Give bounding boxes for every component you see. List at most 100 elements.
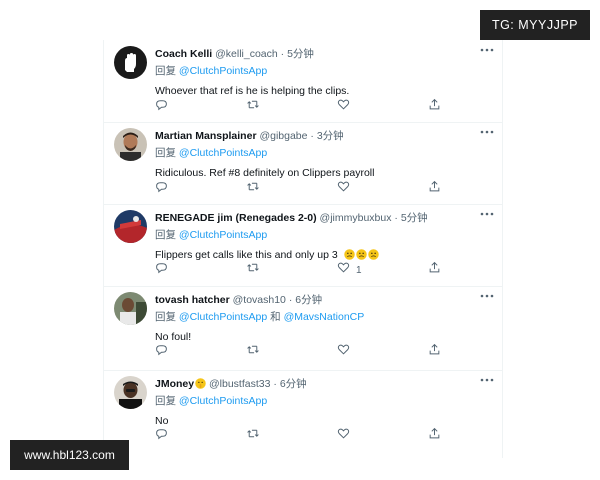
like-icon: [337, 180, 350, 198]
like-button[interactable]: [337, 428, 356, 444]
timestamp[interactable]: 5分钟: [287, 48, 314, 60]
handle[interactable]: @kelli_coach: [215, 48, 278, 60]
tweet-actions: [155, 343, 462, 361]
separator: ·: [394, 212, 398, 224]
share-icon: [428, 98, 441, 116]
worried-face-emoji: [367, 249, 379, 260]
display-name[interactable]: Coach Kelli: [155, 48, 212, 60]
worried-face-emoji: [355, 249, 367, 260]
like-icon: [337, 343, 350, 361]
separator: ·: [288, 294, 293, 306]
watermark-badge-bottom: www.hbl123.com: [10, 440, 129, 470]
avatar[interactable]: [114, 46, 147, 79]
timestamp[interactable]: 6分钟: [280, 378, 307, 390]
share-icon: [428, 261, 441, 279]
like-icon: [337, 427, 350, 445]
share-icon: [428, 343, 441, 361]
tweet-text: No foul!: [155, 331, 192, 343]
worried-face-emoji: [343, 249, 355, 260]
timestamp[interactable]: 5分钟: [401, 212, 428, 224]
mention-link[interactable]: @ClutchPointsApp: [179, 311, 267, 323]
reply-timeline: Coach Kelli @kelli_coach · 5分钟 回复 @Clutc…: [103, 40, 503, 458]
tweet-item[interactable]: JMoney @lbustfast33 · 6分钟 回复 @ClutchPoin…: [104, 370, 502, 458]
tweet-text: Ridiculous. Ref #8 definitely on Clipper…: [155, 167, 375, 179]
reply-button[interactable]: [155, 428, 168, 444]
reply-button[interactable]: [155, 181, 168, 197]
handle[interactable]: @jimmybuxbux: [320, 212, 392, 224]
page: Coach Kelli @kelli_coach · 5分钟 回复 @Clutc…: [0, 0, 600, 480]
display-name[interactable]: JMoney: [155, 378, 194, 390]
tweet-item[interactable]: RENEGADE jim (Renegades 2-0) @jimmybuxbu…: [104, 204, 502, 287]
display-name[interactable]: RENEGADE jim (Renegades 2-0): [155, 212, 317, 224]
separator: ·: [310, 130, 314, 142]
timestamp[interactable]: 6分钟: [295, 294, 322, 306]
reply-button[interactable]: [155, 262, 168, 278]
mention-link[interactable]: @ClutchPointsApp: [179, 65, 267, 77]
more-icon[interactable]: [478, 374, 496, 388]
tweet-actions: [155, 98, 462, 116]
like-button[interactable]: [337, 99, 356, 115]
more-icon[interactable]: [478, 44, 496, 58]
retweet-button[interactable]: [246, 262, 260, 278]
tweet-item[interactable]: tovash hatcher @tovash10 · 6分钟 回复 @Clutc…: [104, 286, 502, 371]
retweet-icon: [246, 98, 260, 116]
avatar[interactable]: [114, 128, 147, 161]
mention-link[interactable]: @MavsNationCP: [284, 311, 365, 323]
avatar[interactable]: [114, 376, 147, 409]
reply-icon: [155, 427, 168, 445]
separator: ·: [280, 48, 285, 60]
more-icon[interactable]: [478, 126, 496, 140]
retweet-icon: [246, 180, 260, 198]
share-button[interactable]: [428, 261, 441, 279]
like-icon: [337, 261, 350, 279]
retweet-button[interactable]: [246, 181, 260, 197]
like-button[interactable]: [337, 344, 356, 360]
timestamp[interactable]: 3分钟: [317, 130, 344, 142]
retweet-button[interactable]: [246, 99, 260, 115]
like-icon: [337, 98, 350, 116]
watermark-badge-top: TG: MYYJJPP: [480, 10, 590, 40]
retweet-icon: [246, 427, 260, 445]
display-name[interactable]: tovash hatcher: [155, 294, 230, 306]
tweet-item[interactable]: Coach Kelli @kelli_coach · 5分钟 回复 @Clutc…: [104, 40, 502, 123]
more-icon[interactable]: [478, 290, 496, 304]
share-icon: [428, 427, 441, 445]
share-icon: [428, 180, 441, 198]
reply-prefix: 回复: [155, 65, 176, 77]
reply-icon: [155, 343, 168, 361]
reply-prefix: 回复: [155, 229, 176, 241]
reply-prefix: 回复: [155, 147, 176, 159]
tweet-item[interactable]: Martian Mansplainer @gibgabe · 3分钟 回复 @C…: [104, 122, 502, 205]
tweet-actions: 1: [155, 261, 462, 279]
reply-prefix: 回复: [155, 395, 176, 407]
tweet-text: No: [155, 415, 169, 427]
avatar[interactable]: [114, 292, 147, 325]
reply-and: 和: [270, 311, 281, 323]
handle[interactable]: @tovash10: [233, 294, 286, 306]
retweet-button[interactable]: [246, 428, 260, 444]
avatar[interactable]: [114, 210, 147, 243]
more-icon[interactable]: [478, 208, 496, 222]
share-button[interactable]: [428, 427, 441, 445]
share-button[interactable]: [428, 343, 441, 361]
tweet-text-body: Flippers get calls like this and only up…: [155, 249, 338, 261]
separator: ·: [273, 378, 277, 390]
mention-link[interactable]: @ClutchPointsApp: [179, 395, 267, 407]
retweet-icon: [246, 343, 260, 361]
share-button[interactable]: [428, 180, 441, 198]
reply-prefix: 回复: [155, 311, 176, 323]
display-name[interactable]: Martian Mansplainer: [155, 130, 257, 142]
reply-button[interactable]: [155, 344, 168, 360]
like-button[interactable]: [337, 181, 356, 197]
handle[interactable]: @gibgabe: [259, 130, 307, 142]
mention-link[interactable]: @ClutchPointsApp: [179, 147, 267, 159]
reply-icon: [155, 180, 168, 198]
handle[interactable]: @lbustfast33: [209, 378, 270, 390]
retweet-button[interactable]: [246, 344, 260, 360]
mention-link[interactable]: @ClutchPointsApp: [179, 229, 267, 241]
reply-button[interactable]: [155, 99, 168, 115]
tweet-text: Flippers get calls like this and only up…: [155, 247, 494, 263]
tweet-actions: [155, 180, 462, 198]
share-button[interactable]: [428, 98, 441, 116]
like-button[interactable]: 1: [337, 262, 362, 278]
